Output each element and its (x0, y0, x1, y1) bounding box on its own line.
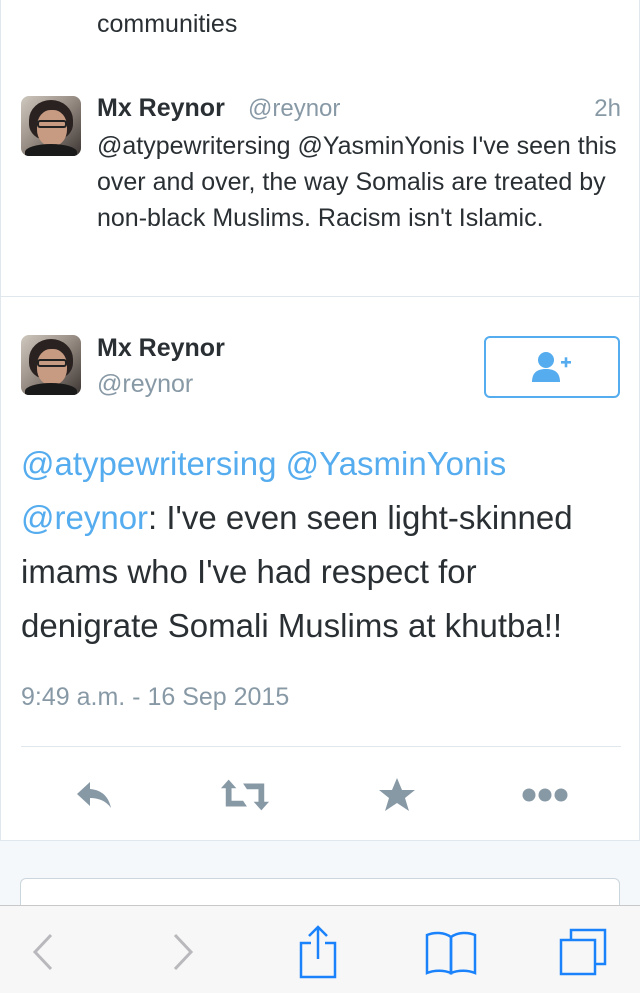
author-name[interactable]: Mx Reynor (97, 334, 225, 363)
focused-tweet: Mx Reynor @reynor @atypewritersing @Yasm… (0, 297, 640, 841)
forward-icon (173, 933, 194, 971)
back-icon (32, 933, 53, 971)
author-handle[interactable]: @reynor (97, 370, 193, 399)
tweet-time: 2h (594, 95, 621, 122)
more-icon (522, 788, 568, 802)
back-button[interactable] (15, 924, 71, 980)
retweet-button[interactable] (220, 770, 270, 820)
bookmarks-button[interactable] (423, 924, 479, 980)
add-user-icon (532, 352, 571, 382)
retweet-icon (220, 779, 270, 811)
reply-button[interactable] (69, 770, 119, 820)
favorite-button[interactable] (372, 770, 422, 820)
author-handle[interactable]: @reynor (248, 95, 340, 123)
favorite-star-icon (379, 778, 415, 811)
avatar[interactable] (21, 335, 81, 395)
mention-link[interactable]: @reynor (21, 499, 148, 536)
share-icon (299, 925, 337, 979)
tweet-text: @atypewritersing @YasminYonis I've seen … (97, 132, 617, 232)
tabs-button[interactable] (555, 924, 611, 980)
safari-toolbar (0, 905, 640, 993)
divider (21, 746, 621, 747)
reply-tweet[interactable]: Mx Reynor @reynor 2h @atypewritersing @Y… (0, 66, 640, 297)
share-button[interactable] (290, 924, 346, 980)
author-name[interactable]: Mx Reynor (97, 94, 225, 123)
tweet-timestamp: 9:49 a.m. - 16 Sep 2015 (21, 683, 290, 711)
avatar[interactable] (21, 96, 81, 156)
previous-tweet-text: communities (97, 10, 238, 38)
more-button[interactable] (520, 770, 570, 820)
reply-icon (77, 782, 111, 808)
forward-button[interactable] (155, 924, 211, 980)
timeline: communities Mx Reynor @reynor 2h @atypew… (0, 0, 640, 938)
tweet-text: @atypewritersing @YasminYonis @reynor: I'… (21, 437, 621, 653)
tabs-icon (559, 928, 607, 976)
follow-button[interactable] (484, 336, 620, 398)
mention-link[interactable]: @atypewritersing (21, 445, 276, 482)
bookmarks-icon (425, 931, 477, 975)
previous-tweet[interactable]: communities (0, 0, 640, 66)
mention-link[interactable]: @YasminYonis (286, 445, 507, 482)
